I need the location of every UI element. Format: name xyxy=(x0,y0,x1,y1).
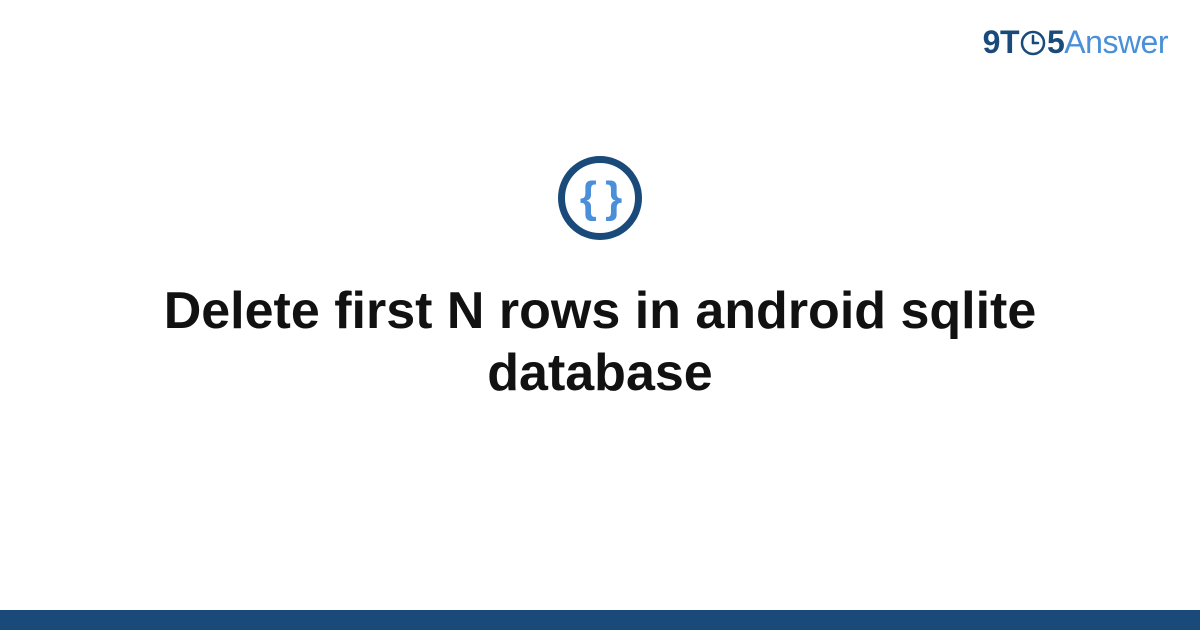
footer-accent-bar xyxy=(0,610,1200,630)
category-badge: { } xyxy=(558,156,642,240)
main-content: { } Delete first N rows in android sqlit… xyxy=(0,0,1200,630)
code-braces-icon: { } xyxy=(580,176,620,220)
page-title: Delete first N rows in android sqlite da… xyxy=(150,280,1050,405)
